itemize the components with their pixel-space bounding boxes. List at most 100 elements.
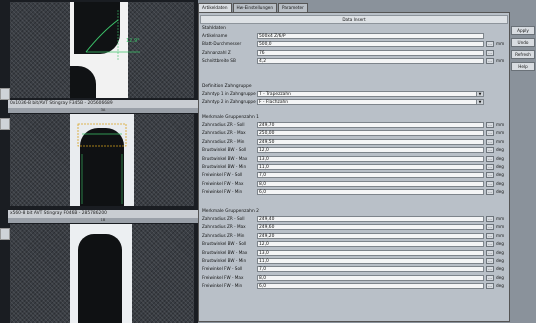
value-field[interactable]: 500x4 Z/6/P [257, 33, 484, 39]
ellipsis-button[interactable]: … [486, 232, 494, 239]
value-field[interactable]: 11,0 [257, 163, 484, 170]
value-field[interactable]: 249,70 [257, 122, 484, 128]
ellipsis-button[interactable]: … [486, 155, 494, 162]
camera-3-image[interactable] [10, 224, 194, 323]
field-label: Freiwinkel FW - Soll [202, 172, 243, 178]
value-field[interactable]: 13,0 [257, 249, 484, 256]
value-field[interactable]: 8,0 [257, 274, 484, 281]
group-2: Merkmale Gruppenzahn 1 Zahnradius ZR - So… [200, 114, 507, 197]
ellipsis-button[interactable]: … [486, 266, 494, 273]
form-row: Zahntyp 1 in Zahngruppe T - Trapezzahn ▼ [200, 90, 507, 98]
ellipsis-button[interactable]: … [486, 241, 494, 248]
value-field[interactable]: 8,0 [257, 180, 484, 187]
field-label: Zahnradius ZR - Soll [202, 122, 245, 127]
unit-label: deg [496, 241, 504, 247]
value-field[interactable]: 249,60 [257, 224, 484, 231]
ellipsis-button[interactable]: … [486, 257, 494, 264]
field-label: Zahnanzahl Z [202, 49, 231, 55]
unit-label: deg [496, 189, 504, 195]
value-field[interactable]: 12,0 [257, 147, 484, 154]
field-label: Freiwinkel FW - Soll [202, 266, 243, 272]
group-title: Merkmale Gruppenzahn 2 [202, 209, 259, 214]
field-label: Brustwinkel BW - Min [202, 163, 247, 169]
ellipsis-button[interactable]: … [486, 41, 494, 48]
value-field[interactable]: 7,0 [257, 266, 484, 273]
form-row: Brustwinkel BW - Max 13,0 … deg [200, 249, 507, 257]
form-row: Brustwinkel BW - Soll 12,0 … deg [200, 240, 507, 248]
form-row: Zahnradius ZR - Soll 249,40 … mm [200, 215, 507, 223]
field-value: 11,0 [259, 164, 269, 170]
unit-label: mm [496, 216, 505, 221]
camera-1-sublabel: 3A [8, 108, 198, 113]
measure-overlay-2 [77, 123, 127, 204]
help-button[interactable]: Help [511, 62, 535, 71]
field-value: T - Trapezzahn [259, 92, 291, 97]
camera-3-thumbnail[interactable] [0, 228, 10, 240]
zahntyp-select[interactable]: F - Flachzahn ▼ [257, 99, 484, 106]
chevron-down-icon[interactable]: ▼ [476, 100, 483, 105]
ellipsis-button[interactable]: … [486, 274, 494, 281]
unit-label: deg [496, 257, 504, 263]
ellipsis-button[interactable]: … [486, 58, 494, 65]
camera-1-thumbnail[interactable] [0, 88, 10, 100]
ellipsis-button[interactable]: … [486, 249, 494, 256]
value-field[interactable]: 249,20 [257, 232, 484, 239]
chevron-down-icon[interactable]: ▼ [476, 92, 483, 96]
form-row: Freiwinkel FW - Soll 7,0 … deg [200, 265, 507, 273]
zahntyp-select[interactable]: T - Trapezzahn ▼ [257, 91, 484, 97]
apply-button[interactable]: Apply [511, 26, 535, 35]
value-field[interactable]: 500,0 [257, 41, 484, 48]
value-field[interactable]: 249,40 [257, 216, 484, 222]
group-title: Merkmale Gruppenzahn 1 [202, 115, 259, 120]
field-value: F - Flachzahn [259, 100, 289, 106]
value-field[interactable]: 6,0 [257, 283, 484, 290]
ellipsis-button[interactable]: … [486, 147, 494, 154]
unit-label: deg [496, 249, 504, 255]
value-field[interactable]: 4,2 [257, 58, 484, 65]
form-row: Freiwinkel FW - Soll 7,0 … deg [200, 171, 507, 179]
ellipsis-button[interactable]: … [486, 130, 494, 137]
ellipsis-button[interactable]: … [486, 189, 494, 196]
form-row: Freiwinkel FW - Min 6,0 … deg [200, 282, 507, 290]
field-value: 7,0 [259, 267, 266, 273]
ellipsis-button[interactable]: … [486, 49, 494, 56]
value-field[interactable]: 13,0 [257, 155, 484, 162]
value-field[interactable]: 76 [257, 49, 484, 56]
tab-parameter[interactable]: Parameter [278, 3, 308, 12]
ellipsis-button[interactable]: … [486, 163, 494, 170]
tab-hw-einstellungen[interactable]: Hw-Einstellungen [232, 3, 277, 12]
ellipsis-button[interactable]: … [486, 122, 494, 128]
value-field[interactable]: 7,0 [257, 172, 484, 179]
value-field[interactable]: 11,0 [257, 257, 484, 264]
field-label: Zahnradius ZR - Max [202, 130, 246, 136]
ellipsis-button[interactable]: … [486, 224, 494, 231]
unit-label: deg [496, 147, 504, 153]
refresh-button[interactable]: Refresh [511, 50, 535, 59]
undo-button[interactable]: Undo [511, 38, 535, 47]
ellipsis-button[interactable]: … [486, 172, 494, 179]
group-1: Definition Zahngruppe Zahntyp 1 in Zahngr… [200, 83, 507, 107]
field-label: Freiwinkel FW - Max [202, 180, 244, 186]
field-value: 8,0 [259, 275, 266, 281]
value-field[interactable]: 250,00 [257, 130, 484, 137]
value-field[interactable]: 6,0 [257, 189, 484, 196]
unit-label: mm [496, 41, 505, 47]
unit-label: deg [496, 163, 504, 169]
angle-readout: 12,9° [126, 38, 140, 44]
camera-2-label: x560-8 bit AVT Stingray F046B - 28578620… [8, 210, 200, 218]
camera-1-image[interactable]: 12,9° [10, 2, 194, 98]
ellipsis-button[interactable]: … [486, 180, 494, 187]
camera-view-panel: 12,9° 0x1036-B bit/AVT Stingray F345B - … [0, 0, 200, 323]
ellipsis-button[interactable]: … [486, 138, 494, 145]
value-field[interactable]: 249,50 [257, 138, 484, 145]
value-field[interactable]: 12,0 [257, 241, 484, 248]
camera-2-image[interactable] [10, 114, 194, 206]
tab-artikeldaten[interactable]: Artikeldaten [198, 3, 232, 12]
form-row: Zahnanzahl Z 76… [200, 49, 507, 57]
data-insert-title: Data Insert [200, 15, 508, 24]
ellipsis-button[interactable]: … [486, 216, 494, 222]
field-value: 249,40 [259, 217, 275, 222]
ellipsis-button[interactable]: … [486, 283, 494, 290]
camera-2-thumbnail[interactable] [0, 118, 10, 130]
action-buttons: Apply Undo Refresh Help [511, 26, 535, 74]
